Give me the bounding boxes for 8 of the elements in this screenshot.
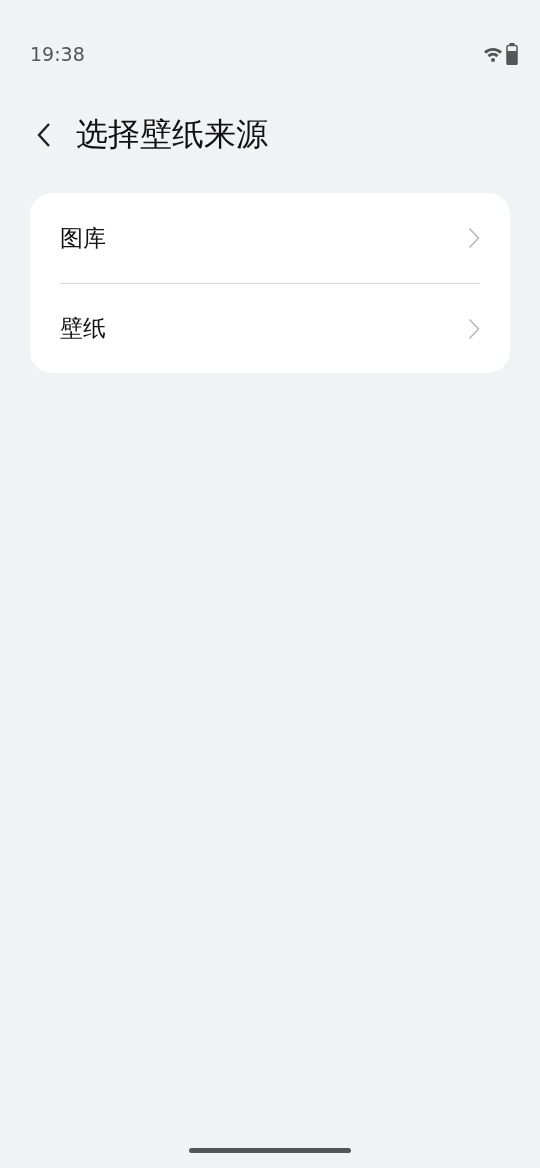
chevron-icon <box>468 227 480 249</box>
wifi-icon <box>483 46 503 62</box>
page-title: 选择壁纸来源 <box>76 114 268 155</box>
source-option[interactable]: 壁纸 <box>60 283 480 373</box>
chevron-icon <box>468 317 480 340</box>
battery-icon <box>506 43 518 65</box>
source-option[interactable]: 图库 <box>60 193 480 283</box>
status-time: 19:38 <box>30 43 85 65</box>
